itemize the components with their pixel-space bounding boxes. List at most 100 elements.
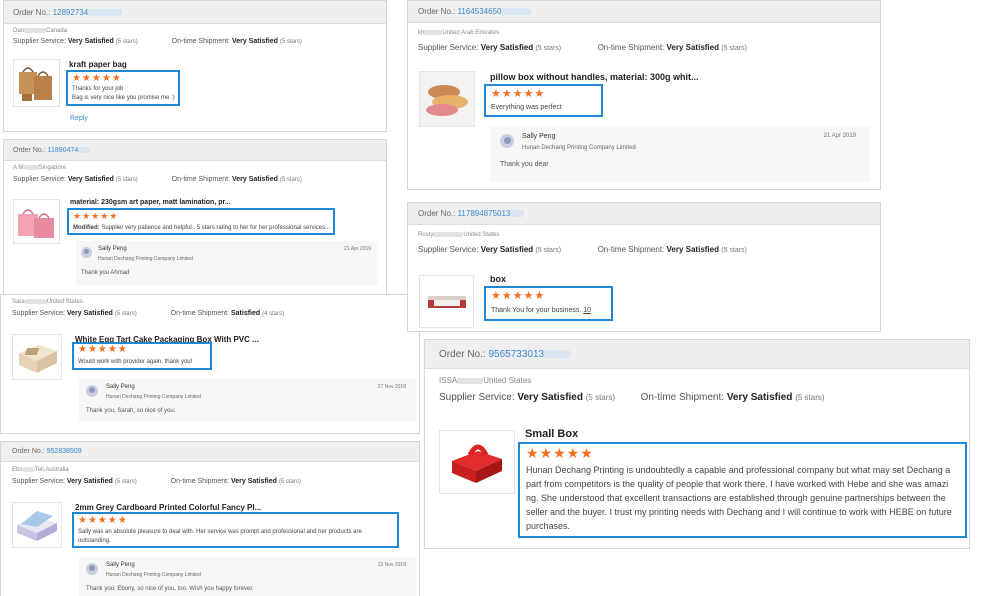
reply-author: Sally Peng [522, 133, 556, 140]
order-header: Order No.: 11890474 [4, 140, 386, 161]
avatar [86, 563, 98, 575]
product-title[interactable]: Small Box [525, 428, 578, 440]
product-thumbnail-mailer-box[interactable] [12, 502, 62, 548]
order-header: Order No.: 1164534650 [408, 1, 880, 23]
product-title[interactable]: kraft paper bag [69, 60, 127, 69]
buyer-location: ISSA United States [439, 376, 532, 385]
star-rating: ★★★★★ [526, 445, 594, 461]
order-label: Order No.: [439, 349, 486, 360]
product-thumbnail-box[interactable] [419, 275, 474, 328]
rating-summary: Supplier Service: Very Satisfied (5 star… [418, 245, 747, 254]
order-label: Order No.: [12, 448, 45, 455]
rating-summary: Supplier Service: Very Satisfied (5 star… [12, 310, 285, 317]
buyer-location: Dan Canada [13, 28, 68, 35]
review-highlight: ★★★★★ Sally was an absolute pleasure to … [72, 512, 399, 548]
star-rating: ★★★★★ [73, 211, 119, 221]
order-label: Order No.: [13, 147, 46, 154]
order-number[interactable]: 12892734 [53, 8, 89, 17]
buyer-location: A Mi Singapore [13, 165, 67, 172]
reply-company: Hunan Dechang Printing Company Limited [522, 145, 636, 151]
buyer-location: Sara United States [12, 299, 83, 306]
rating-summary: Supplier Service: Very Satisfied (5 star… [13, 176, 302, 183]
review-card-small-box: Order No.: 9565733013 ISSA United States … [424, 339, 970, 549]
product-thumbnail-pillow-box[interactable] [419, 71, 475, 127]
product-title[interactable]: 2mm Grey Cardboard Printed Colorful Fanc… [75, 503, 261, 512]
avatar [86, 385, 98, 397]
buyer-location: Rosty United States [418, 232, 500, 239]
review-comment: Would work with provider again, thank yo… [78, 359, 193, 365]
order-header: Order No.: 9565733013 [425, 340, 969, 369]
product-thumbnail-art-paper-bag[interactable] [13, 199, 60, 244]
reply-date: 13 Nov 2018 [377, 562, 406, 568]
reply-message: Thank you, Sarah, so nice of you. [86, 408, 176, 414]
review-highlight: ★★★★★ Hunan Dechang Printing is undoubte… [518, 442, 967, 538]
reply-date: 21 Apr 2019 [823, 133, 856, 139]
product-thumbnail-egg-tart-box[interactable] [12, 334, 62, 380]
review-comment: Thanks for your job [72, 86, 124, 92]
buyer-location: kh United Arab Emirates [418, 30, 500, 37]
review-card-box: Order No.: 117894875013 Rosty United Stat… [407, 202, 881, 332]
reply-author: Sally Peng [98, 246, 127, 252]
reply-message: Thank you dear [500, 161, 549, 168]
rating-summary: Supplier Service: Very Satisfied (5 star… [439, 392, 825, 403]
order-number[interactable]: 117894875013 [458, 209, 511, 218]
review-highlight: ★★★★★ Thanks for your job Bag is very ni… [66, 70, 180, 106]
order-number[interactable]: 9565733013 [488, 349, 544, 360]
star-rating: ★★★★★ [491, 88, 546, 100]
review-highlight: ★★★★★ Modified: Supplier very patience a… [67, 208, 335, 235]
review-comment-line5: purchases. [526, 521, 571, 531]
order-number[interactable]: 1164534650 [458, 7, 502, 16]
product-title[interactable]: pillow box without handles, material: 30… [490, 72, 699, 82]
review-comment: Thank You for your business. 10 [491, 307, 592, 314]
reply-message: Thank you Ahmad [81, 270, 130, 276]
rating-summary: Supplier Service: Very Satisfied (5 star… [418, 43, 747, 52]
review-comment-line2: outstanding. [78, 538, 111, 544]
reply-company: Hunan Dechang Printing Company Limited [98, 256, 193, 262]
product-thumbnail-small-box[interactable] [439, 430, 515, 494]
supplier-reply: Sally Peng Hunan Dechang Printing Compan… [79, 379, 416, 421]
review-card-art-paper: Order No.: 11890474 A Mi Singapore Suppli… [3, 139, 387, 295]
supplier-reply: Sally Peng Hunan Dechang Printing Compan… [490, 126, 870, 182]
order-label: Order No.: [418, 209, 456, 218]
avatar [81, 247, 92, 258]
reply-date: 27 Nov 2018 [377, 384, 406, 390]
rating-summary: Supplier Service: Very Satisfied (5 star… [13, 38, 302, 45]
reply-link[interactable]: Reply [70, 115, 88, 122]
review-card-egg-tart-box: Sara United States Supplier Service: Very… [0, 294, 420, 434]
review-comment: Everything was perfect [491, 104, 562, 111]
avatar [500, 134, 514, 148]
star-rating: ★★★★★ [491, 290, 546, 302]
product-thumbnail-kraft-bag[interactable] [13, 59, 60, 107]
review-comment-line4: seller and the buyer. I trust my printin… [526, 507, 952, 517]
order-header: Order No.: 12892734 [4, 1, 386, 24]
product-title[interactable]: box [490, 274, 506, 284]
order-header: Order No.: 117894875013 [408, 203, 880, 225]
order-label: Order No.: [13, 8, 51, 17]
order-header: Order No.: 952838509 [1, 442, 419, 462]
review-comment-line1: Hunan Dechang Printing is undoubtedly a … [526, 465, 951, 475]
review-card-kraft-paper-bag: Order No.: 12892734 Dan Canada Supplier S… [3, 0, 387, 132]
star-rating: ★★★★★ [78, 344, 128, 355]
reply-message: Thank you, Ebony, so nice of you, too. W… [86, 586, 254, 592]
review-comment-line3: ng. She understood that excellent transa… [526, 493, 946, 503]
review-highlight: ★★★★★ Would work with provider again, th… [72, 342, 212, 370]
review-comment: Sally was an absolute pleasure to deal w… [78, 529, 362, 535]
reply-company: Hunan Dechang Printing Company Limited [106, 572, 201, 578]
star-rating: ★★★★★ [72, 73, 122, 84]
reply-date: 21 Apr 2019 [344, 246, 371, 252]
review-highlight: ★★★★★ Thank You for your business. 10 [484, 286, 613, 321]
reply-author: Sally Peng [106, 562, 135, 568]
reply-company: Hunan Dechang Printing Company Limited [106, 394, 201, 400]
review-comment-line2: Bag is very nice like you promise me :) [72, 95, 175, 101]
order-label: Order No.: [418, 7, 456, 16]
supplier-reply: Sally Peng Hunan Dechang Printing Compan… [76, 241, 378, 285]
review-comment: Modified: Supplier very patience and hel… [73, 225, 331, 231]
star-rating: ★★★★★ [78, 515, 128, 526]
review-highlight: ★★★★★ Everything was perfect [484, 84, 603, 117]
review-card-pillow-box: Order No.: 1164534650 kh United Arab Emir… [407, 0, 881, 190]
order-number[interactable]: 11890474 [48, 147, 79, 154]
reply-author: Sally Peng [106, 384, 135, 390]
product-title[interactable]: material: 230gsm art paper, matt laminat… [70, 199, 231, 206]
order-number[interactable]: 952838509 [47, 448, 82, 455]
rating-summary: Supplier Service: Very Satisfied (5 star… [12, 478, 301, 485]
